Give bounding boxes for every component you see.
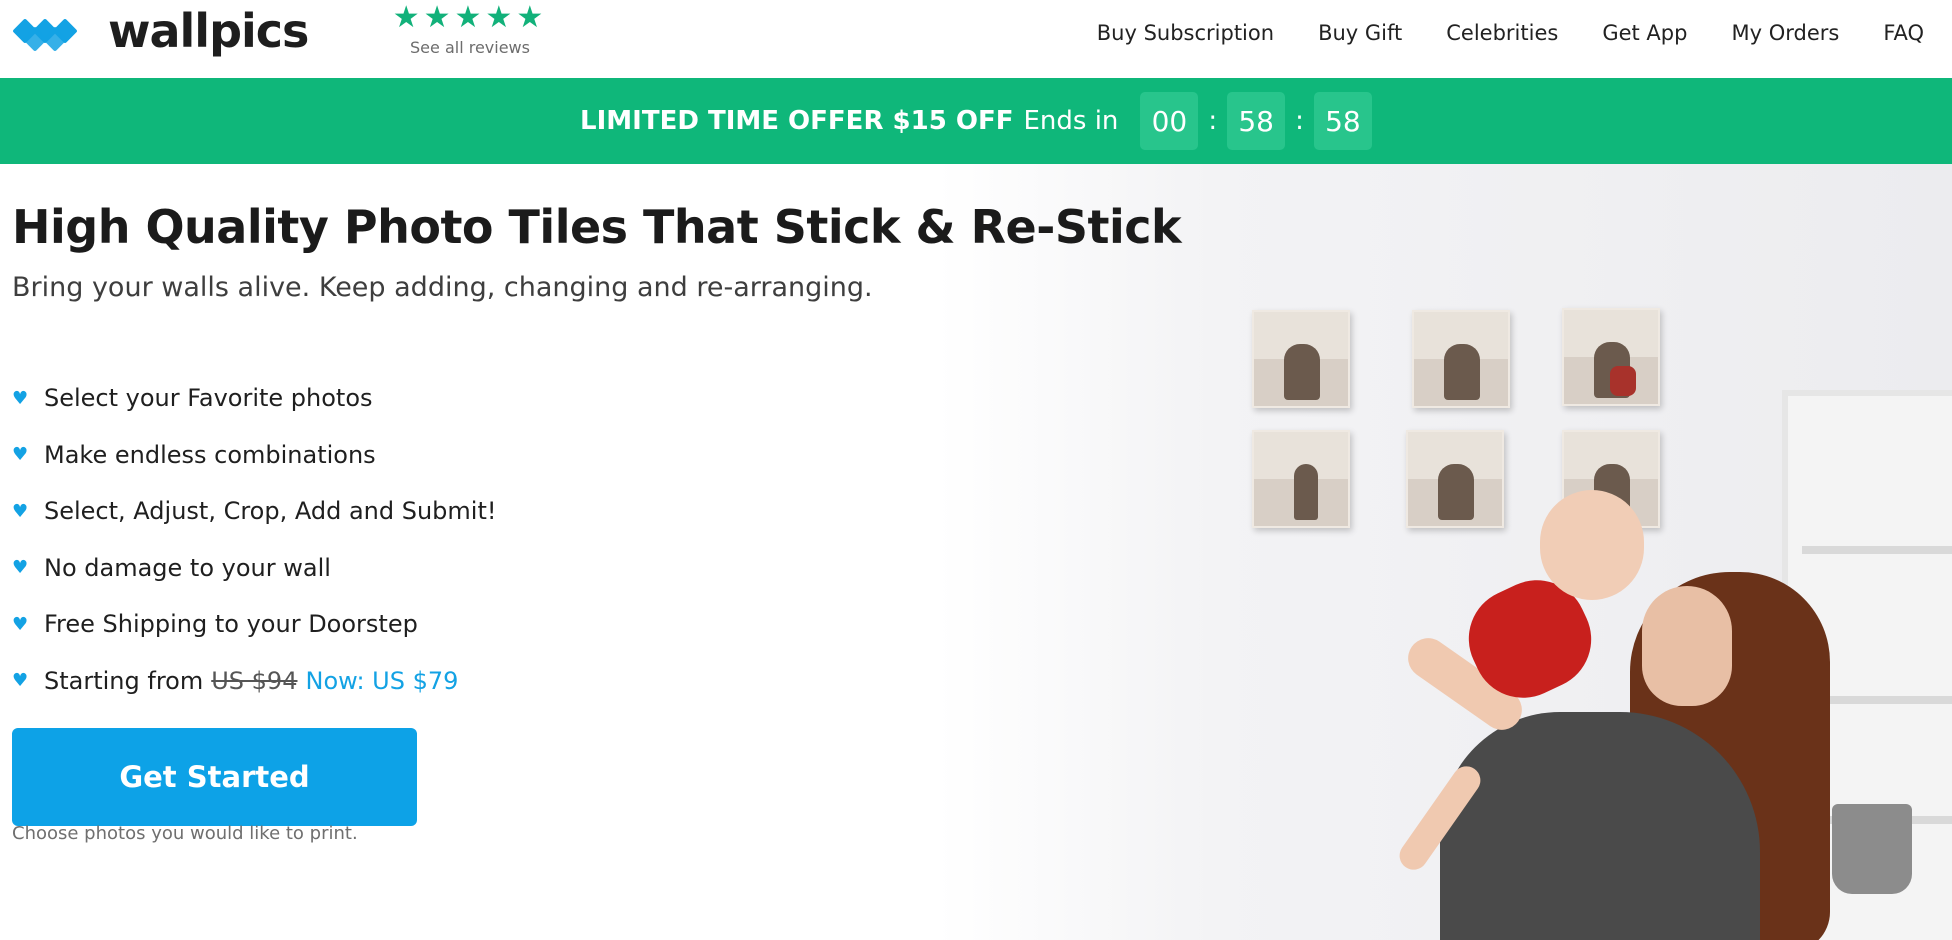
cta-hint-text: Choose photos you would like to print. <box>12 823 358 844</box>
feature-text: Free Shipping to your Doorstep <box>44 610 418 639</box>
list-item: ♥ Free Shipping to your Doorstep <box>12 596 496 653</box>
baby-head <box>1540 490 1644 600</box>
hero-photo <box>1180 164 1952 940</box>
feature-text: Select your Favorite photos <box>44 384 373 413</box>
photo-tile <box>1252 310 1350 408</box>
get-started-button[interactable]: Get Started <box>12 728 417 826</box>
feature-list: ♥ Select your Favorite photos ♥ Make end… <box>12 370 496 709</box>
heart-icon: ♥ <box>12 557 29 579</box>
photo-tile <box>1252 430 1350 528</box>
page-subtitle: Bring your walls alive. Keep adding, cha… <box>12 272 873 303</box>
list-item: ♥ Select, Adjust, Crop, Add and Submit! <box>12 483 496 540</box>
jar <box>1832 804 1912 894</box>
countdown-separator: : <box>1208 106 1218 136</box>
heart-icon: ♥ <box>12 500 29 522</box>
page-title: High Quality Photo Tiles That Stick & Re… <box>12 200 1182 254</box>
reviews-widget: ★★★★★ See all reviews <box>380 0 560 58</box>
person-face <box>1642 586 1732 706</box>
person-body <box>1440 712 1760 940</box>
main-nav: Buy Subscription Buy Gift Celebrities Ge… <box>1097 18 1924 48</box>
hero-section: High Quality Photo Tiles That Stick & Re… <box>0 164 1952 940</box>
photo-tile <box>1406 430 1504 528</box>
old-price: US $94 <box>211 666 298 695</box>
promo-offer-text: LIMITED TIME OFFER $15 OFF <box>580 106 1014 136</box>
new-price: Now: US $79 <box>305 666 459 695</box>
brand-name: wallpics <box>108 4 309 58</box>
feature-text: Make endless combinations <box>44 440 376 469</box>
nav-my-orders[interactable]: My Orders <box>1731 18 1839 48</box>
list-item: ♥ Select your Favorite photos <box>12 370 496 427</box>
nav-buy-gift[interactable]: Buy Gift <box>1318 18 1402 48</box>
heart-icon: ♥ <box>12 613 29 635</box>
nav-get-app[interactable]: Get App <box>1602 18 1687 48</box>
site-header: wallpics ★★★★★ See all reviews Buy Subsc… <box>0 0 1952 78</box>
photo-tile <box>1562 308 1660 406</box>
diamond-logo-icon <box>12 16 78 52</box>
nav-buy-subscription[interactable]: Buy Subscription <box>1097 18 1274 48</box>
rating-stars-icon: ★★★★★ <box>392 0 548 35</box>
price-item: ♥ Starting from US $94 Now: US $79 <box>12 653 496 710</box>
promo-banner: LIMITED TIME OFFER $15 OFF Ends in 00 : … <box>0 78 1952 164</box>
heart-icon: ♥ <box>12 387 29 409</box>
list-item: ♥ Make endless combinations <box>12 427 496 484</box>
heart-icon: ♥ <box>12 670 29 692</box>
promo-ends-label: Ends in <box>1023 106 1119 136</box>
brand-logo[interactable]: wallpics <box>12 4 309 58</box>
photo-tile <box>1412 310 1510 408</box>
see-all-reviews-link[interactable]: See all reviews <box>380 38 560 57</box>
countdown-minutes: 58 <box>1227 92 1286 150</box>
price-prefix: Starting from <box>44 666 204 695</box>
heart-icon: ♥ <box>12 444 29 466</box>
countdown-hours: 00 <box>1140 92 1199 150</box>
feature-text: Select, Adjust, Crop, Add and Submit! <box>44 497 497 526</box>
list-item: ♥ No damage to your wall <box>12 540 496 597</box>
nav-faq[interactable]: FAQ <box>1883 18 1924 48</box>
nav-celebrities[interactable]: Celebrities <box>1446 18 1558 48</box>
countdown-separator: : <box>1295 106 1304 136</box>
countdown-seconds: 58 <box>1313 92 1372 150</box>
feature-text: No damage to your wall <box>44 553 331 582</box>
